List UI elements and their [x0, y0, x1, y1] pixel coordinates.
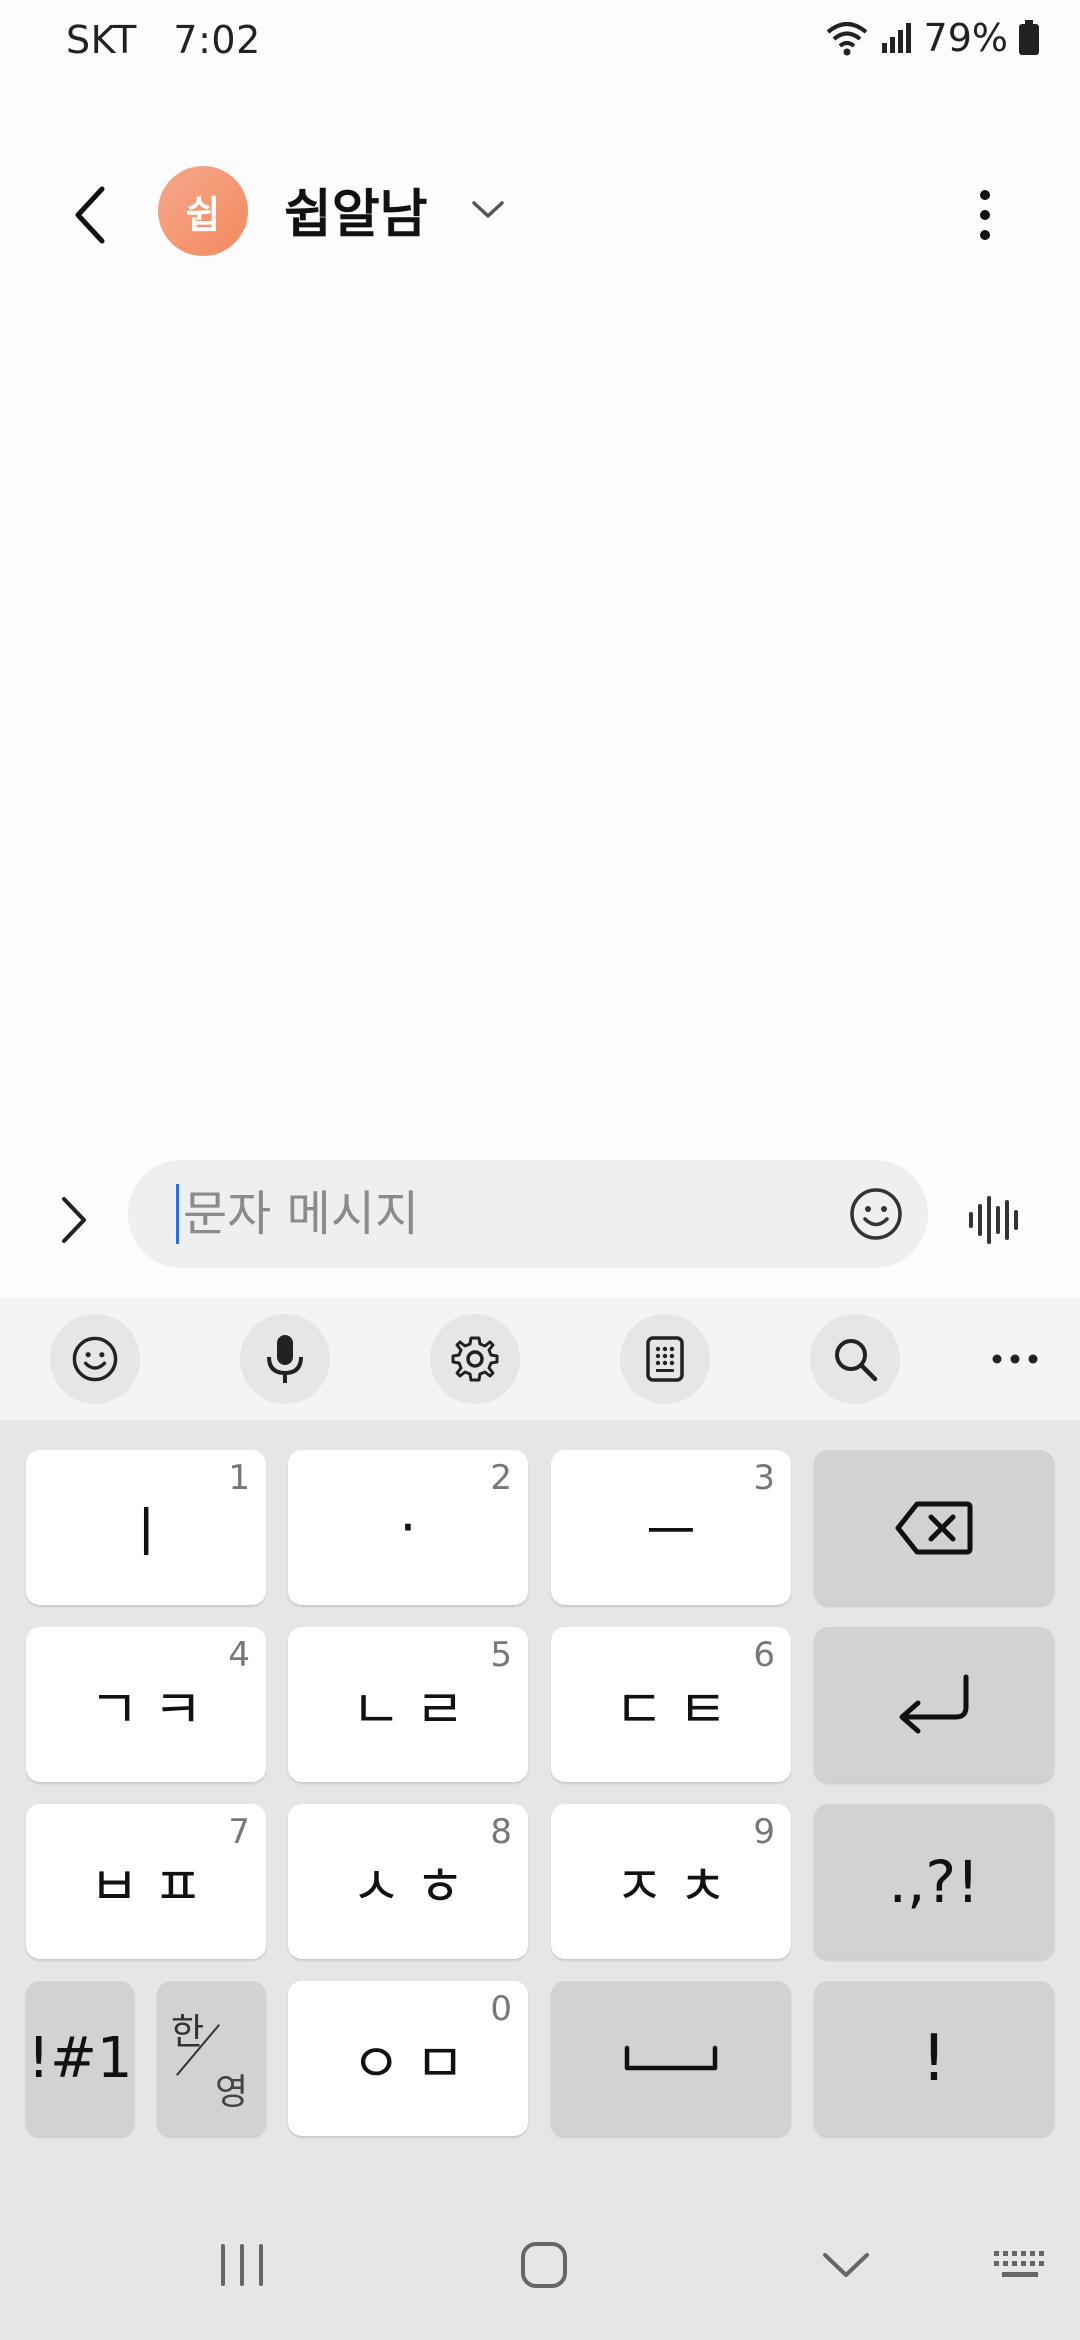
keyboard-icon	[994, 2251, 1044, 2277]
key-4[interactable]: ㄱㅋ 4	[26, 1627, 266, 1782]
key-number: 4	[228, 1635, 250, 1675]
compose-bar	[0, 1150, 1080, 1290]
keyboard: ㅣ 1 · 2 ㅡ 3 ㄱㅋ 4 ㄴㄹ 5 ㄷㅌ 6 ㅂㅍ 7 ㅅㅎ 8 ㅈㅊ …	[0, 1420, 1080, 2190]
emoji-icon	[72, 1336, 118, 1382]
contact-details-toggle[interactable]	[468, 190, 508, 230]
voice-wave-icon	[969, 1196, 1018, 1244]
key-label: !	[921, 2021, 947, 2096]
navigation-bar	[0, 2190, 1080, 2340]
clock: 7:02	[173, 18, 261, 62]
more-options-button[interactable]	[960, 180, 1010, 250]
back-arrow-icon	[75, 186, 105, 244]
status-right: 79%	[824, 16, 1040, 60]
battery-percent: 79%	[923, 16, 1008, 60]
key-label: ㅈㅊ	[614, 1855, 742, 1918]
voice-message-button[interactable]	[965, 1190, 1025, 1250]
key-label: ㅣ	[121, 1501, 185, 1564]
battery-icon	[1018, 20, 1040, 56]
gear-icon	[451, 1336, 499, 1382]
message-input[interactable]	[176, 1184, 783, 1244]
key-9[interactable]: ㅈㅊ 9	[551, 1804, 791, 1959]
chevron-down-icon	[472, 201, 504, 218]
home-button[interactable]	[499, 2230, 589, 2300]
key-label: ㅂㅍ	[89, 1855, 217, 1918]
kb-search-button[interactable]	[810, 1314, 900, 1404]
punctuation-key[interactable]: .,?!	[814, 1804, 1054, 1959]
key-label: ㄷㅌ	[614, 1678, 742, 1741]
key-label: ㅡ	[646, 1501, 710, 1564]
key-6[interactable]: ㄷㅌ 6	[551, 1627, 791, 1782]
lang-bottom: 영	[215, 2072, 249, 2113]
kb-settings-button[interactable]	[430, 1314, 520, 1404]
key-3[interactable]: ㅡ 3	[551, 1450, 791, 1605]
key-0[interactable]: ㅇㅁ 0	[288, 1981, 528, 2136]
status-left: SKT 7:02	[66, 18, 285, 62]
backspace-key[interactable]	[814, 1450, 1054, 1605]
conversation-header: 쉽 쉽알남	[0, 160, 1080, 270]
carrier-label: SKT	[66, 18, 137, 62]
language-switch-key[interactable]: 한 영	[157, 1981, 266, 2136]
key-5[interactable]: ㄴㄹ 5	[288, 1627, 528, 1782]
key-label: ㄱㅋ	[89, 1678, 217, 1741]
emoji-icon	[850, 1188, 902, 1240]
keyboard-toolbar	[0, 1298, 1080, 1420]
home-icon	[521, 2242, 567, 2288]
signal-icon	[880, 21, 914, 55]
key-label: .,?!	[888, 1847, 980, 1916]
emoji-button[interactable]	[846, 1184, 906, 1244]
mic-icon	[267, 1335, 303, 1383]
more-horiz-icon	[992, 1354, 1038, 1364]
key-8[interactable]: ㅅㅎ 8	[288, 1804, 528, 1959]
backspace-icon	[895, 1501, 973, 1554]
key-label: ㅅㅎ	[351, 1855, 479, 1918]
status-bar: SKT 7:02 79%	[0, 0, 1080, 80]
enter-icon	[899, 1674, 969, 1733]
key-number: 6	[753, 1635, 775, 1675]
key-number: 5	[490, 1635, 512, 1675]
enter-key[interactable]	[814, 1627, 1054, 1782]
key-number: 8	[490, 1812, 512, 1852]
more-vert-icon	[980, 190, 990, 240]
contact-name[interactable]: 쉽알남	[284, 172, 428, 247]
space-icon	[624, 2045, 718, 2070]
key-number: 3	[753, 1458, 775, 1498]
key-label: ㅇㅁ	[351, 2032, 479, 2095]
kb-more-button[interactable]	[970, 1314, 1060, 1404]
search-icon	[835, 1339, 878, 1382]
key-number: 2	[490, 1458, 512, 1498]
key-2[interactable]: · 2	[288, 1450, 528, 1605]
expand-attachments-button[interactable]	[44, 1190, 104, 1250]
key-1[interactable]: ㅣ 1	[26, 1450, 266, 1605]
keyboard-switch-button[interactable]	[975, 2230, 1065, 2300]
kb-keypad-button[interactable]	[620, 1314, 710, 1404]
key-label: !#1	[27, 2026, 133, 2091]
exclamation-key[interactable]: !	[814, 1981, 1054, 2136]
key-number: 7	[228, 1812, 250, 1852]
key-number: 9	[753, 1812, 775, 1852]
wifi-icon	[824, 18, 870, 58]
key-number: 0	[490, 1989, 512, 2029]
key-7[interactable]: ㅂㅍ 7	[26, 1804, 266, 1959]
message-box	[128, 1160, 928, 1268]
expand-icon	[62, 1197, 86, 1243]
space-key[interactable]	[551, 1981, 791, 2136]
symbols-key[interactable]: !#1	[26, 1981, 134, 2136]
hide-keyboard-button[interactable]	[801, 2230, 891, 2300]
key-label: ·	[399, 1496, 431, 1559]
key-label: ㄴㄹ	[351, 1678, 479, 1741]
back-button[interactable]	[60, 180, 120, 250]
keypad-icon	[646, 1336, 684, 1382]
kb-voice-input-button[interactable]	[240, 1314, 330, 1404]
avatar[interactable]: 쉽	[158, 166, 248, 256]
recents-icon	[221, 2244, 263, 2286]
key-number: 1	[228, 1458, 250, 1498]
kb-emoji-button[interactable]	[50, 1314, 140, 1404]
hide-keyboard-icon	[823, 2253, 869, 2277]
recents-button[interactable]	[197, 2230, 287, 2300]
